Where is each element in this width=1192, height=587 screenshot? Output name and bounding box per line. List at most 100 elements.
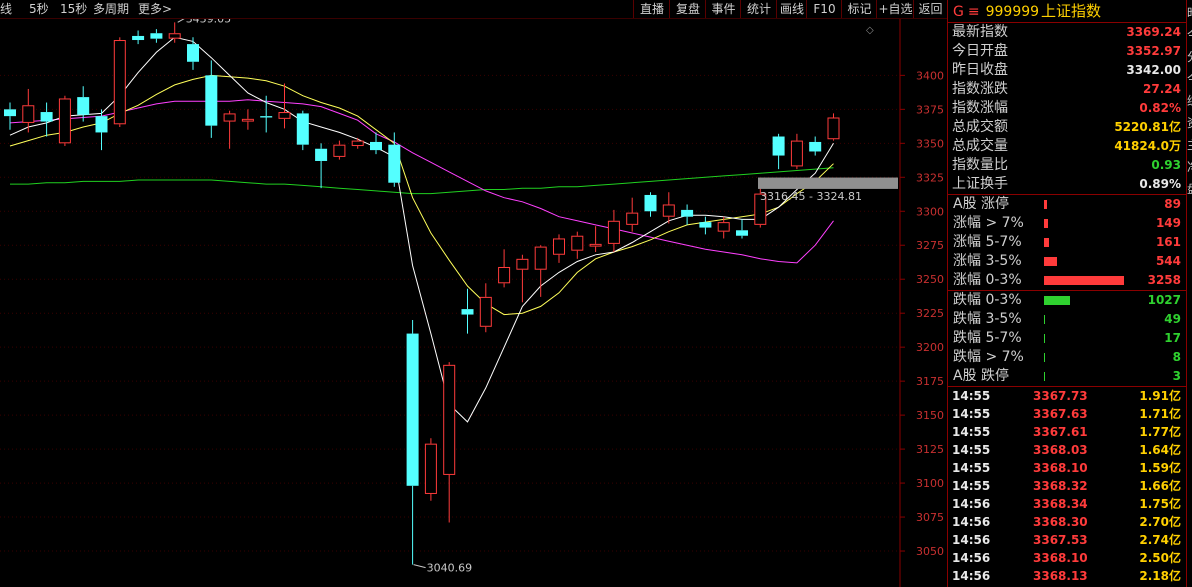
quote-row: 总成交量 41824.0万	[948, 137, 1186, 156]
candle-body	[388, 144, 401, 183]
ma60-line	[10, 167, 834, 195]
tick-price: 3368.13	[1033, 569, 1088, 583]
candle-body	[241, 118, 254, 122]
settings-icon[interactable]: ◇	[866, 25, 874, 36]
tick-price: 3367.61	[1033, 425, 1088, 439]
candle	[333, 140, 346, 160]
tick-row[interactable]: 14:55 3367.73 1.91亿	[948, 387, 1186, 405]
candle	[278, 83, 291, 129]
draw-line-button[interactable]: 画线	[776, 0, 807, 18]
candle-body	[296, 113, 309, 145]
tick-row[interactable]: 14:55 3368.03 1.64亿	[948, 441, 1186, 459]
quote-label: 总成交量	[952, 138, 1008, 154]
multi-period-tab[interactable]: 多周期	[93, 0, 129, 18]
candle	[681, 204, 694, 225]
candlestick-chart[interactable]: 3400 3375 3350 3325 3300 3275 3250 3225 3200 3175…	[0, 19, 947, 587]
tick-row[interactable]: 14:55 3367.61 1.77亿	[948, 423, 1186, 441]
moving-average-lines	[9, 36, 834, 423]
candle-body	[461, 309, 474, 315]
breadth-count: 8	[1172, 350, 1181, 364]
breadth-bar	[1044, 257, 1057, 266]
period-5s-tab[interactable]: 5秒	[29, 0, 49, 18]
tick-row[interactable]: 14:55 3368.10 1.59亿	[948, 459, 1186, 477]
breadth-bar	[1044, 353, 1045, 362]
ma20-line	[9, 99, 834, 264]
candle-body	[553, 238, 565, 255]
candle	[790, 133, 803, 170]
breadth-bar	[1044, 334, 1045, 343]
breadth-bar	[1044, 296, 1070, 305]
menu-icon[interactable]: ≡	[968, 4, 980, 20]
candle-body	[516, 258, 529, 270]
candle-body	[168, 33, 181, 39]
tick-time: 14:56	[952, 533, 991, 547]
tick-row[interactable]: 14:56 3368.13 2.18亿	[948, 567, 1186, 585]
price-band	[758, 177, 898, 189]
statistics-button[interactable]: 统计	[740, 0, 777, 18]
tick-row[interactable]: 14:56 3368.34 1.75亿	[948, 495, 1186, 513]
candle	[827, 113, 840, 141]
tick-row[interactable]: 14:56 3368.30 2.70亿	[948, 513, 1186, 531]
candle-body	[223, 113, 236, 122]
more-periods-menu[interactable]: 更多>	[138, 0, 172, 18]
add-watchlist-button[interactable]: +自选	[876, 0, 914, 18]
quote-row: 指数涨跌 27.24	[948, 80, 1186, 99]
candle-body	[113, 40, 126, 125]
y-tick-label: 3350	[916, 137, 944, 150]
tick-row[interactable]: 14:56 3367.53 2.74亿	[948, 531, 1186, 549]
period-year-tab[interactable]: 年线	[0, 0, 18, 18]
candles	[4, 22, 840, 565]
breadth-label: A股 跌停	[953, 368, 1010, 384]
period-15s-tab[interactable]: 15秒	[60, 0, 87, 18]
candle	[406, 319, 419, 565]
tick-list[interactable]: 14:55 3367.73 1.91亿 14:55 3367.63 1.71亿 14:55 3…	[948, 387, 1186, 585]
y-tick-label: 3100	[916, 477, 944, 490]
candle-body	[790, 140, 803, 167]
live-button[interactable]: 直播	[633, 0, 670, 18]
tick-row[interactable]: 14:56 3368.10 2.50亿	[948, 549, 1186, 567]
quote-row: 今日开盘 3352.97	[948, 42, 1186, 61]
quote-row: 指数涨幅 0.82%	[948, 99, 1186, 118]
side-strip: 昨今分今综资主净盘	[1186, 0, 1192, 587]
review-button[interactable]: 复盘	[669, 0, 706, 18]
candle	[516, 254, 529, 303]
low-pointer	[413, 564, 426, 569]
quote-label: 今日开盘	[952, 43, 1008, 59]
tick-row[interactable]: 14:55 3367.63 1.71亿	[948, 405, 1186, 423]
price-axis: 3400 3375 3350 3325 3300 3275 3250 3225 3200 3175…	[900, 69, 944, 558]
candle-body	[809, 141, 822, 152]
candle	[241, 109, 254, 130]
candle	[40, 102, 53, 137]
candle	[113, 37, 126, 128]
candle	[150, 29, 163, 43]
breadth-bar	[1044, 200, 1047, 209]
events-button[interactable]: 事件	[705, 0, 741, 18]
back-button[interactable]: 返回	[913, 0, 947, 18]
mark-button[interactable]: 标记	[841, 0, 877, 18]
ma5-line	[9, 36, 834, 423]
candle-body	[662, 204, 675, 217]
f10-button[interactable]: F10	[806, 0, 842, 18]
tick-price: 3367.63	[1033, 407, 1088, 421]
quote-value: 3352.97	[1126, 44, 1181, 58]
breadth-label: 跌幅 0-3%	[953, 292, 1022, 308]
y-tick-label: 3250	[916, 273, 944, 286]
candle	[498, 249, 511, 288]
candle-body	[260, 116, 273, 118]
tick-amount: 2.70亿	[1139, 515, 1181, 529]
breadth-label: 涨幅 5-7%	[953, 234, 1022, 250]
candle-body	[333, 144, 346, 157]
tick-row[interactable]: 14:55 3368.32 1.66亿	[948, 477, 1186, 495]
candle-body	[644, 194, 657, 212]
group-label[interactable]: G	[953, 4, 964, 20]
tick-price: 3367.53	[1033, 533, 1088, 547]
edge-label: 资	[1187, 114, 1192, 131]
candle	[443, 362, 456, 523]
candle	[699, 216, 712, 235]
security-header: G ≡ 999999 上证指数	[948, 0, 1186, 23]
candle	[553, 234, 565, 263]
candle	[479, 283, 492, 333]
candle	[168, 22, 181, 43]
tick-time: 14:56	[952, 551, 991, 565]
breadth-count: 1027	[1147, 293, 1181, 307]
